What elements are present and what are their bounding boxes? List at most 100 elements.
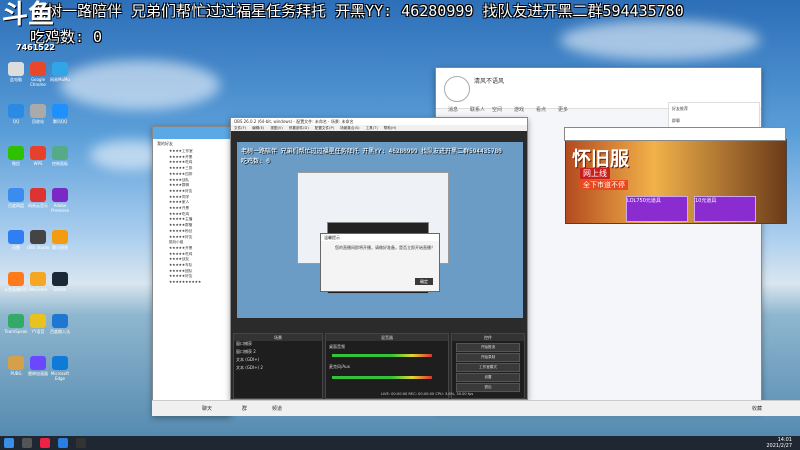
desktop-icon[interactable]: 腾讯QQ <box>48 104 72 124</box>
desktop-icon[interactable]: 此电脑 <box>4 62 28 82</box>
list-item[interactable]: ★★★★★★★★★★ <box>169 280 230 286</box>
desktop-icon[interactable]: OBS Studio <box>26 230 50 250</box>
obs-control-button[interactable]: 开始推流 <box>456 343 520 352</box>
desktop-icon[interactable]: 回收站 <box>26 104 50 124</box>
desktop-icon[interactable]: 斗鱼直播伴侣 <box>4 272 28 292</box>
shop-item[interactable]: 10元道具 <box>694 196 756 222</box>
app-icon <box>8 230 24 244</box>
desktop-icon[interactable]: YY语音 <box>26 314 50 334</box>
app-icon <box>52 272 68 286</box>
desktop-icon-label: QQ <box>12 119 20 124</box>
desktop-icon[interactable]: TeamSpeak <box>4 314 28 334</box>
desktop-icon-label: 百度输入法 <box>50 329 70 334</box>
desktop-icon[interactable]: 网易云音乐 <box>26 188 50 208</box>
desktop-icon[interactable]: 网易MuMu <box>48 62 72 82</box>
obs-menu-item[interactable]: 场景集合(S) <box>340 126 359 130</box>
obs-menu-item[interactable]: 文件(F) <box>234 126 246 130</box>
qq-bar-item[interactable]: 收藏 <box>752 405 762 412</box>
desktop-icon-label: 迅雷 <box>12 245 20 250</box>
qq-panel-item[interactable]: 好友推荐 <box>669 103 759 115</box>
app-icon <box>8 62 24 76</box>
desktop-icon[interactable]: 百度网盘 <box>4 188 28 208</box>
app-icon <box>30 230 46 244</box>
app-icon <box>52 146 68 160</box>
avatar[interactable] <box>444 76 470 102</box>
obs-control-button[interactable]: 开始录制 <box>456 353 520 362</box>
logo-text: 斗鱼 <box>2 0 55 30</box>
overlay-line-1: 老树一路陪伴 兄弟们帮忙过过福星任务拜托 开黑YY: 46280999 找队友进… <box>32 2 684 20</box>
desktop-icon[interactable]: 控制面板 <box>48 146 72 166</box>
desktop-icon[interactable]: 百度输入法 <box>48 314 72 334</box>
qq-tab[interactable]: 更多 <box>558 106 568 113</box>
sources-list: 窗口捕获 窗口捕获 2 文本 (GDI+) 文本 (GDI+) 2 <box>233 340 321 404</box>
desktop-icon[interactable]: Microsoft Edge <box>48 356 72 381</box>
desktop-icon[interactable]: Steam <box>48 272 72 292</box>
qq-tab[interactable]: 看点 <box>536 106 546 113</box>
controls-panel[interactable]: 控件 开始推流 开始录制 工作室模式 设置 退出 <box>451 333 525 399</box>
obs-menu-item[interactable]: 配置文件(P) <box>315 126 334 130</box>
obs-menu-item[interactable]: 帮助(H) <box>384 126 397 130</box>
app-icon <box>30 146 46 160</box>
notice-dialog[interactable]: 温馨提示 您的直播间即将开播，请做好准备，是否立即开始直播？ 确定 <box>320 233 440 292</box>
chrome-icon[interactable] <box>40 438 50 448</box>
game-banner[interactable]: 怀旧服 网上线 全下市道不停 LOL750元道具 10元道具 <box>564 127 787 224</box>
source-item[interactable]: 窗口捕获 <box>233 340 321 348</box>
desktop-icon[interactable]: 迅雷 <box>4 230 28 250</box>
desktop-icon-label: 控制面板 <box>52 161 68 166</box>
qq-nickname: 清风不语风 <box>474 78 505 85</box>
obs-icon[interactable] <box>76 438 86 448</box>
desktop-icon[interactable]: 雷神加速器 <box>26 356 50 376</box>
system-clock[interactable]: 14:01 2021/2/27 <box>766 437 792 449</box>
qq-tab[interactable]: 联系人 <box>470 106 485 113</box>
desktop-icon[interactable]: Google Chrome <box>26 62 50 87</box>
mixer-header: 混音器 <box>326 334 448 341</box>
windows-taskbar: 14:01 2021/2/27 <box>0 436 800 450</box>
banner-badge: 全下市道不停 <box>580 180 628 190</box>
desktop-icon[interactable]: 腾讯视频 <box>48 230 72 250</box>
obs-control-button[interactable]: 设置 <box>456 373 520 382</box>
desktop-icon[interactable]: QQ <box>4 104 28 124</box>
source-item[interactable]: 文本 (GDI+) <box>233 356 321 364</box>
desktop-icon-label: 微信 <box>12 161 20 166</box>
desktop-icon[interactable]: 微信 <box>4 146 28 166</box>
app-icon <box>30 188 46 202</box>
desktop-icon[interactable]: WPS <box>26 146 50 166</box>
mixer-panel[interactable]: 混音器 桌面音频 麦克风/Aux <box>325 333 449 399</box>
obs-menu-item[interactable]: 编辑(E) <box>252 126 264 130</box>
search-icon[interactable] <box>22 438 32 448</box>
app-icon <box>30 272 46 286</box>
contacts-list: ★★★★工作室 ★★★★★开黑 ★★★★★吃鸡 ★★★★★三排 ★★★★★四排 ★★★★战… <box>153 149 230 286</box>
qq-bottom-bar[interactable]: 聊天 群 频道 收藏 <box>152 400 800 416</box>
qq-bar-item[interactable]: 群 <box>242 405 247 412</box>
qq-icon[interactable] <box>58 438 68 448</box>
qq-panel-item[interactable]: 群聊 <box>669 115 759 127</box>
shop-item[interactable]: LOL750元道具 <box>626 196 688 222</box>
windows-start-icon[interactable] <box>4 438 14 448</box>
obs-menu-item[interactable]: 停靠部件(D) <box>289 126 309 130</box>
qq-bar-item[interactable]: 聊天 <box>202 405 212 412</box>
app-icon <box>52 230 68 244</box>
app-icon <box>52 62 68 76</box>
qq-tab[interactable]: 游戏 <box>514 106 524 113</box>
contacts-titlebar <box>153 127 230 139</box>
qq-tab[interactable]: 消息 <box>448 106 458 113</box>
dialog-ok-button[interactable]: 确定 <box>415 278 433 285</box>
banner-badge: 网上线 <box>580 168 610 179</box>
contacts-window[interactable]: 我的好友 ★★★★工作室 ★★★★★开黑 ★★★★★吃鸡 ★★★★★三排 ★★★★★四排… <box>152 126 231 416</box>
obs-control-button[interactable]: 退出 <box>456 383 520 392</box>
obs-menu-item[interactable]: 工具(T) <box>366 126 378 130</box>
source-item[interactable]: 窗口捕获 2 <box>233 348 321 356</box>
desktop-icon-label: 网易云音乐 <box>28 203 48 208</box>
desktop-icon-label: 百度网盘 <box>8 203 24 208</box>
app-icon <box>8 188 24 202</box>
source-item[interactable]: 文本 (GDI+) 2 <box>233 364 321 372</box>
obs-control-button[interactable]: 工作室模式 <box>456 363 520 372</box>
mixer-channel-label: 麦克风/Aux <box>329 364 350 369</box>
desktop-icon[interactable]: WeGame <box>26 272 50 292</box>
qq-tab[interactable]: 空间 <box>492 106 502 113</box>
desktop-icon[interactable]: Adobe Premiere <box>48 188 72 213</box>
controls-header: 控件 <box>452 334 524 341</box>
desktop-icon[interactable]: PUBG <box>4 356 28 376</box>
obs-menu-item[interactable]: 视图(V) <box>270 126 282 130</box>
qq-bar-item[interactable]: 频道 <box>272 405 282 412</box>
